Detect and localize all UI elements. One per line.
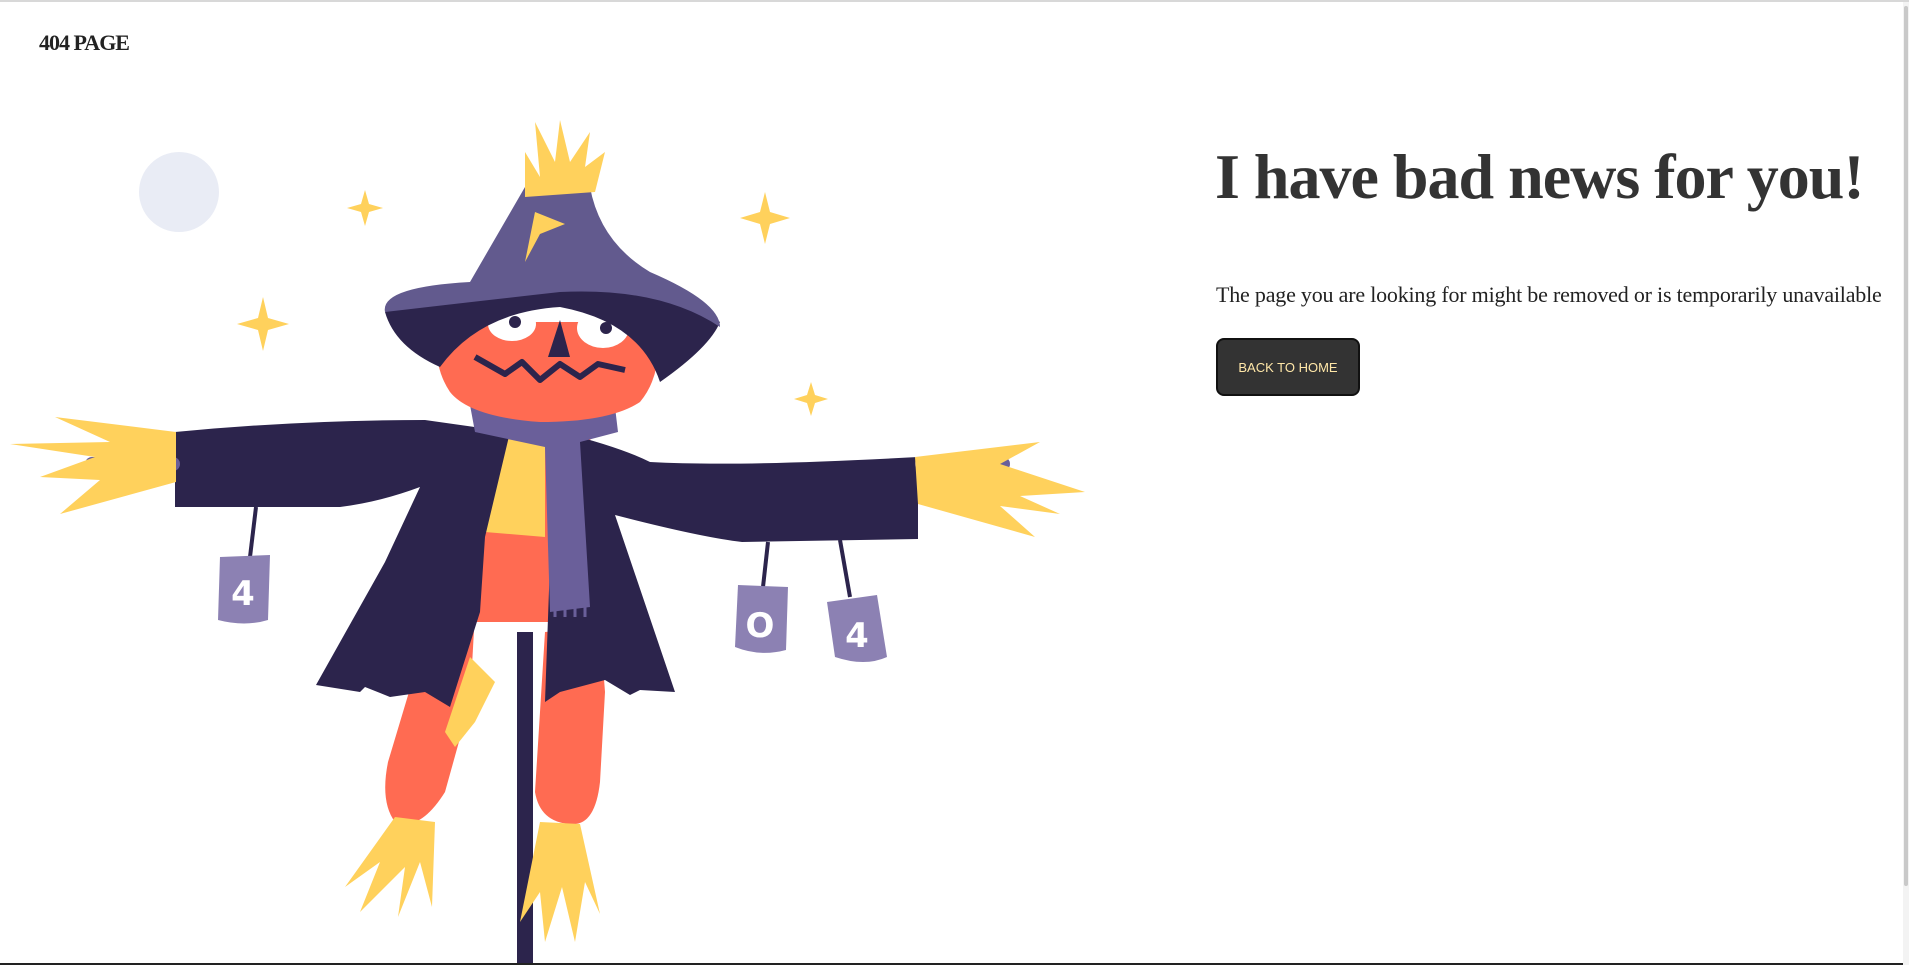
left-hand-straw — [10, 417, 176, 514]
can-group-middle: O — [735, 541, 788, 653]
scrollbar[interactable] — [1903, 2, 1909, 965]
star — [237, 297, 289, 351]
page-title: I have bad news for you! — [1215, 141, 1865, 212]
hat-straw — [525, 120, 605, 197]
star — [740, 192, 790, 244]
star — [347, 190, 383, 226]
scarecrow-illustration: 4 O 4 — [10, 120, 1085, 963]
back-to-home-button[interactable]: BACK TO HOME — [1216, 338, 1360, 396]
can-group-right: 4 — [827, 539, 887, 662]
right-hand-straw — [915, 442, 1085, 537]
can-group-left: 4 — [218, 506, 270, 624]
browser-frame: 404 PAGE 4 O 4 I have bad news for you! … — [0, 0, 1909, 965]
page: 404 PAGE 4 O 4 I have bad news for you! … — [0, 2, 1903, 965]
scrollbar-thumb[interactable] — [1904, 6, 1908, 886]
moon — [139, 152, 219, 232]
can-label: 4 — [845, 616, 869, 656]
can-label: 4 — [231, 574, 255, 614]
left-foot-straw — [345, 817, 435, 917]
can-label: O — [746, 606, 775, 646]
error-message: The page you are looking for might be re… — [1216, 282, 1882, 307]
star — [794, 382, 828, 416]
site-brand[interactable]: 404 PAGE — [39, 30, 130, 56]
pole — [517, 632, 533, 963]
